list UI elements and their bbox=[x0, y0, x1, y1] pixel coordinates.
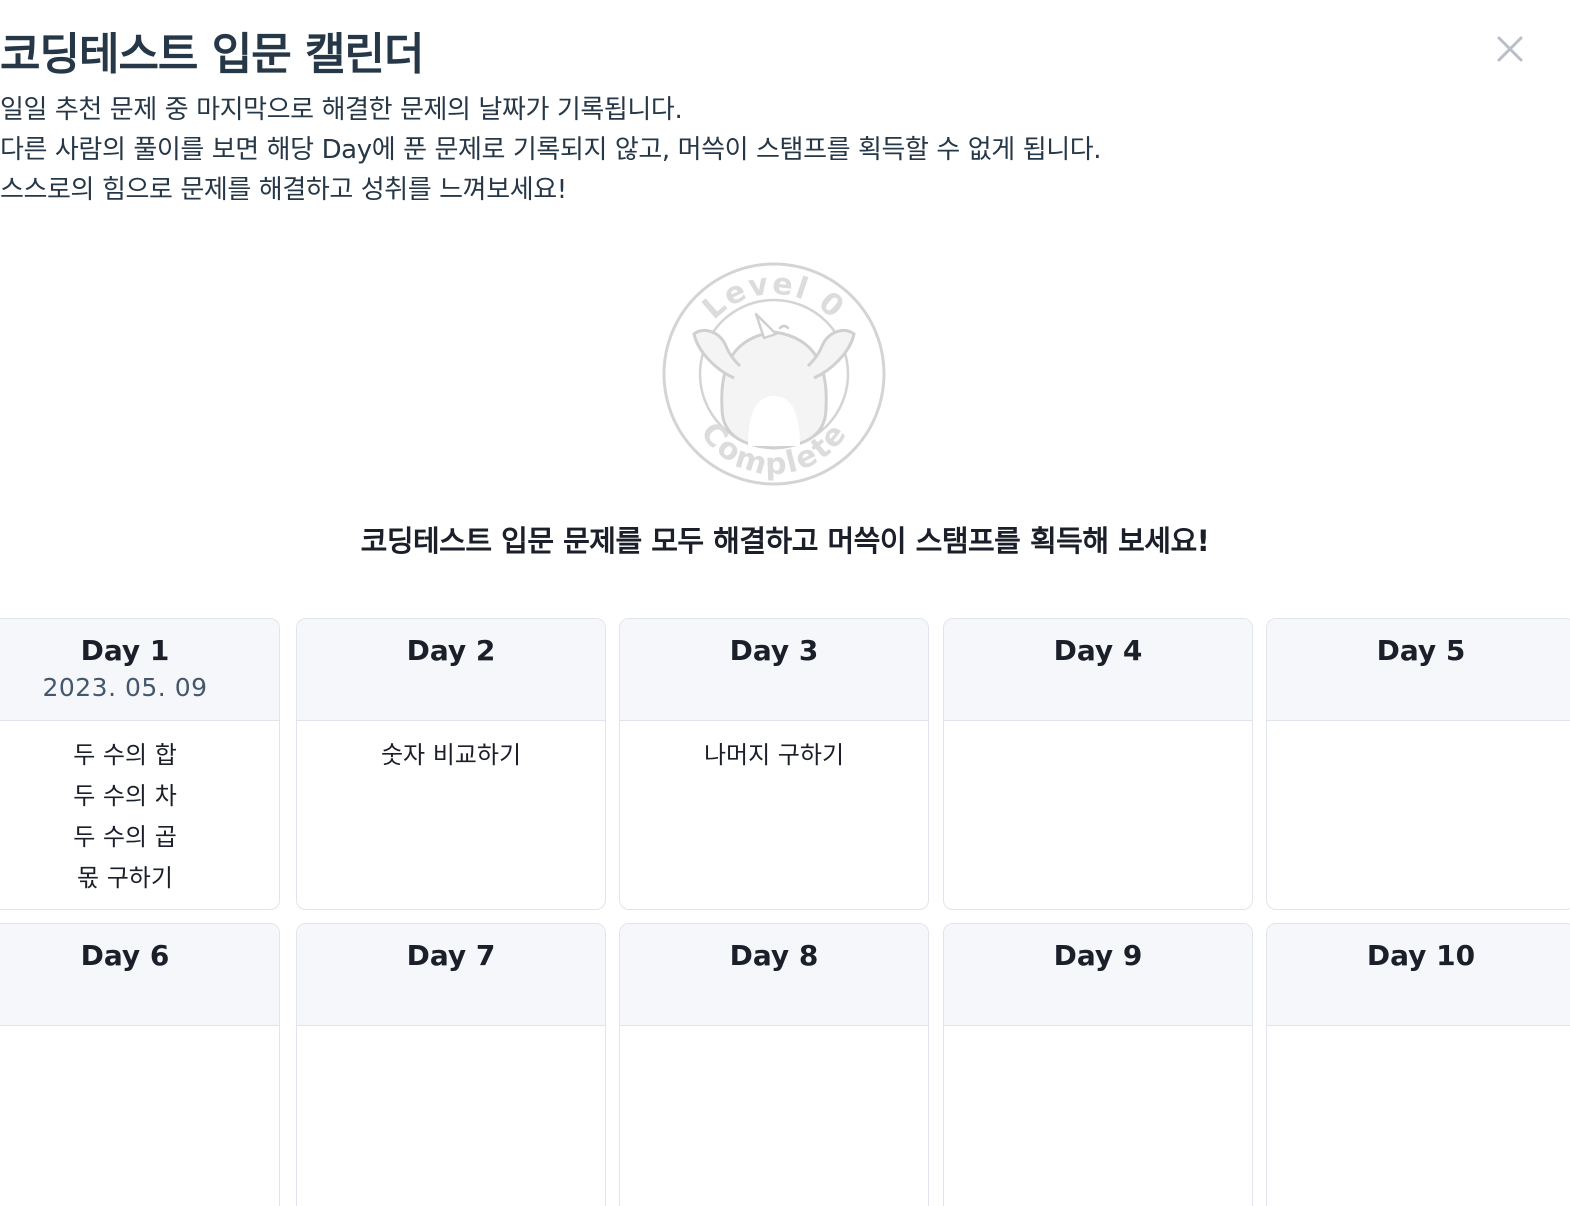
day-label: Day 6 bbox=[80, 939, 170, 972]
close-icon bbox=[1497, 36, 1523, 62]
day-card: Day 9 bbox=[943, 923, 1253, 1206]
stamp-cta-text: 코딩테스트 입문 문제를 모두 해결하고 머쓱이 스탬프를 획득해 보세요! bbox=[360, 524, 1210, 558]
day-header: Day 4 bbox=[944, 619, 1252, 721]
problem-list: 나머지 구하기 bbox=[620, 721, 928, 776]
day-label: Day 2 bbox=[406, 634, 496, 667]
svg-text:Level 0: Level 0 bbox=[696, 266, 852, 326]
day-card: Day 3 나머지 구하기 bbox=[619, 618, 929, 910]
problem-link[interactable]: 두 수의 곱 bbox=[0, 817, 279, 858]
level-0-complete-stamp: Level 0 Complete bbox=[660, 260, 888, 488]
day-label: Day 8 bbox=[729, 939, 819, 972]
day-card: Day 2 숫자 비교하기 bbox=[296, 618, 606, 910]
day-header: Day 5 bbox=[1267, 619, 1570, 721]
description-line: 일일 추천 문제 중 마지막으로 해결한 문제의 날짜가 기록됩니다. bbox=[0, 95, 683, 125]
day-header: Day 8 bbox=[620, 924, 928, 1026]
problem-list: 숫자 비교하기 bbox=[297, 721, 605, 776]
day-label: Day 10 bbox=[1366, 939, 1476, 972]
problem-link[interactable]: 나머지 구하기 bbox=[620, 735, 928, 776]
day-card: Day 4 bbox=[943, 618, 1253, 910]
day-label: Day 7 bbox=[406, 939, 496, 972]
problem-link[interactable]: 몫 구하기 bbox=[0, 858, 279, 899]
day-card: Day 7 bbox=[296, 923, 606, 1206]
problem-link[interactable]: 두 수의 합 bbox=[0, 735, 279, 776]
day-header: Day 6 bbox=[0, 924, 279, 1026]
day-card: Day 6 bbox=[0, 923, 280, 1206]
day-label: Day 4 bbox=[1053, 634, 1143, 667]
day-label: Day 1 bbox=[80, 634, 170, 667]
day-card: Day 5 bbox=[1266, 618, 1570, 910]
description-line: 다른 사람의 풀이를 보면 해당 Day에 푼 문제로 기록되지 않고, 머쓱이… bbox=[0, 135, 1102, 165]
day-card: Day 10 bbox=[1266, 923, 1570, 1206]
day-card: Day 1 2023. 05. 09 두 수의 합 두 수의 차 두 수의 곱 … bbox=[0, 618, 280, 910]
problem-link[interactable]: 두 수의 차 bbox=[0, 776, 279, 817]
calendar-modal: 코딩테스트 입문 캘린더 일일 추천 문제 중 마지막으로 해결한 문제의 날짜… bbox=[0, 0, 1570, 1206]
modal-description: 일일 추천 문제 중 마지막으로 해결한 문제의 날짜가 기록됩니다. 다른 사… bbox=[0, 90, 1102, 210]
day-label: Day 9 bbox=[1053, 939, 1143, 972]
problem-link[interactable]: 숫자 비교하기 bbox=[297, 735, 605, 776]
day-label: Day 3 bbox=[729, 634, 819, 667]
day-header: Day 1 2023. 05. 09 bbox=[0, 619, 279, 721]
day-header: Day 7 bbox=[297, 924, 605, 1026]
day-header: Day 10 bbox=[1267, 924, 1570, 1026]
problem-list: 두 수의 합 두 수의 차 두 수의 곱 몫 구하기 bbox=[0, 721, 279, 899]
modal-title: 코딩테스트 입문 캘린더 bbox=[0, 29, 424, 80]
day-card: Day 8 bbox=[619, 923, 929, 1206]
day-header: Day 9 bbox=[944, 924, 1252, 1026]
day-date: 2023. 05. 09 bbox=[42, 673, 208, 702]
description-line: 스스로의 힘으로 문제를 해결하고 성취를 느껴보세요! bbox=[0, 175, 567, 205]
day-header: Day 3 bbox=[620, 619, 928, 721]
day-label: Day 5 bbox=[1376, 634, 1466, 667]
close-button[interactable] bbox=[1490, 30, 1530, 70]
day-header: Day 2 bbox=[297, 619, 605, 721]
